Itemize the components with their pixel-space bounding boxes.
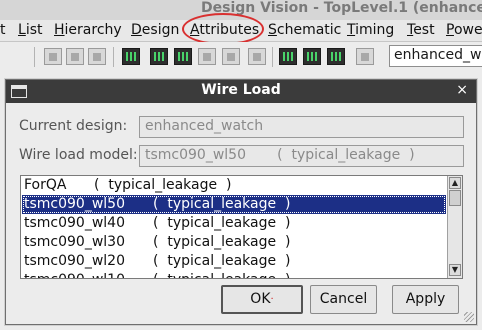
toolbar-path-icon[interactable] <box>303 48 321 65</box>
toolbar-report-icon[interactable] <box>356 48 374 65</box>
close-icon[interactable]: × <box>456 82 468 98</box>
wire-load-model-label: Wire load model: <box>19 147 138 163</box>
list-item[interactable]: tsmc090_wl40( typical_leakage ) <box>22 214 446 233</box>
apply-button[interactable]: Apply <box>392 285 459 314</box>
toolbar-histogram-icon[interactable] <box>327 48 345 65</box>
scroll-up-arrow-icon[interactable]: ▲ <box>449 177 461 189</box>
list-item[interactable]: ForQA( typical_leakage ) <box>22 176 446 195</box>
scroll-thumb[interactable] <box>449 190 461 206</box>
list-item[interactable]: tsmc090_wl10( typical_leakage ) <box>22 271 446 278</box>
toolbar-hierarchy-icon[interactable] <box>150 48 168 65</box>
list-item[interactable]: tsmc090_wl20( typical_leakage ) <box>22 252 446 271</box>
app-title: Design Vision - TopLevel.1 (enhanced <box>201 0 482 16</box>
list-item[interactable]: tsmc090_wl30( typical_leakage ) <box>22 233 446 252</box>
toolbar-download-icon[interactable] <box>44 48 62 65</box>
menu-item-partial[interactable]: t <box>0 22 6 38</box>
toolbar-separator <box>113 47 114 67</box>
dialog-titlebar: Wire Load × <box>6 80 476 103</box>
list-scrollbar[interactable]: ▲ ▼ <box>447 176 462 278</box>
menu-item-timing[interactable]: Timing <box>347 22 394 38</box>
scroll-down-arrow-icon[interactable]: ▼ <box>449 264 461 276</box>
design-selector-field[interactable]: enhanced_wa <box>389 45 482 67</box>
menu-item-hierarchy[interactable]: Hierarchy <box>54 22 122 38</box>
toolbar-separator <box>34 47 35 67</box>
toolbar-upload-icon[interactable] <box>66 48 84 65</box>
list-item-selected[interactable]: tsmc090_wl50( typical_leakage ) <box>22 195 446 214</box>
cancel-button[interactable]: Cancel <box>310 285 377 314</box>
resize-grip-icon[interactable] <box>464 312 474 322</box>
menu-item-schematic[interactable]: Schematic <box>268 22 341 38</box>
current-design-field: enhanced_watch <box>139 116 464 138</box>
menu-item-design[interactable]: Design <box>131 22 179 38</box>
toolbar-symbol-icon[interactable] <box>122 48 140 65</box>
ok-button[interactable]: OK· <box>221 285 303 314</box>
toolbar-schematic-icon[interactable] <box>174 48 192 65</box>
wire-load-dialog: Wire Load × Current design: enhanced_wat… <box>5 79 477 325</box>
menu-item-test[interactable]: Test <box>407 22 435 38</box>
current-design-label: Current design: <box>19 118 128 134</box>
toolbar-timing-icon[interactable] <box>279 48 297 65</box>
dialog-title: Wire Load <box>201 82 281 98</box>
toolbar-separator <box>272 47 273 67</box>
toolbar-move-down-icon[interactable] <box>222 48 240 65</box>
menu-item-power[interactable]: Powe <box>446 22 482 38</box>
wire-load-list[interactable]: ForQA( typical_leakage ) tsmc090_wl50( t… <box>20 175 463 279</box>
menu-item-list[interactable]: List <box>18 22 43 38</box>
annotation-ellipse <box>182 13 264 45</box>
toolbar-move-up-icon[interactable] <box>198 48 216 65</box>
toolbar-move-right-icon[interactable] <box>248 48 266 65</box>
wire-load-model-field: tsmc090_wl50 ( typical_leakage ) <box>139 145 464 167</box>
toolbar-page-icon[interactable] <box>88 48 106 65</box>
